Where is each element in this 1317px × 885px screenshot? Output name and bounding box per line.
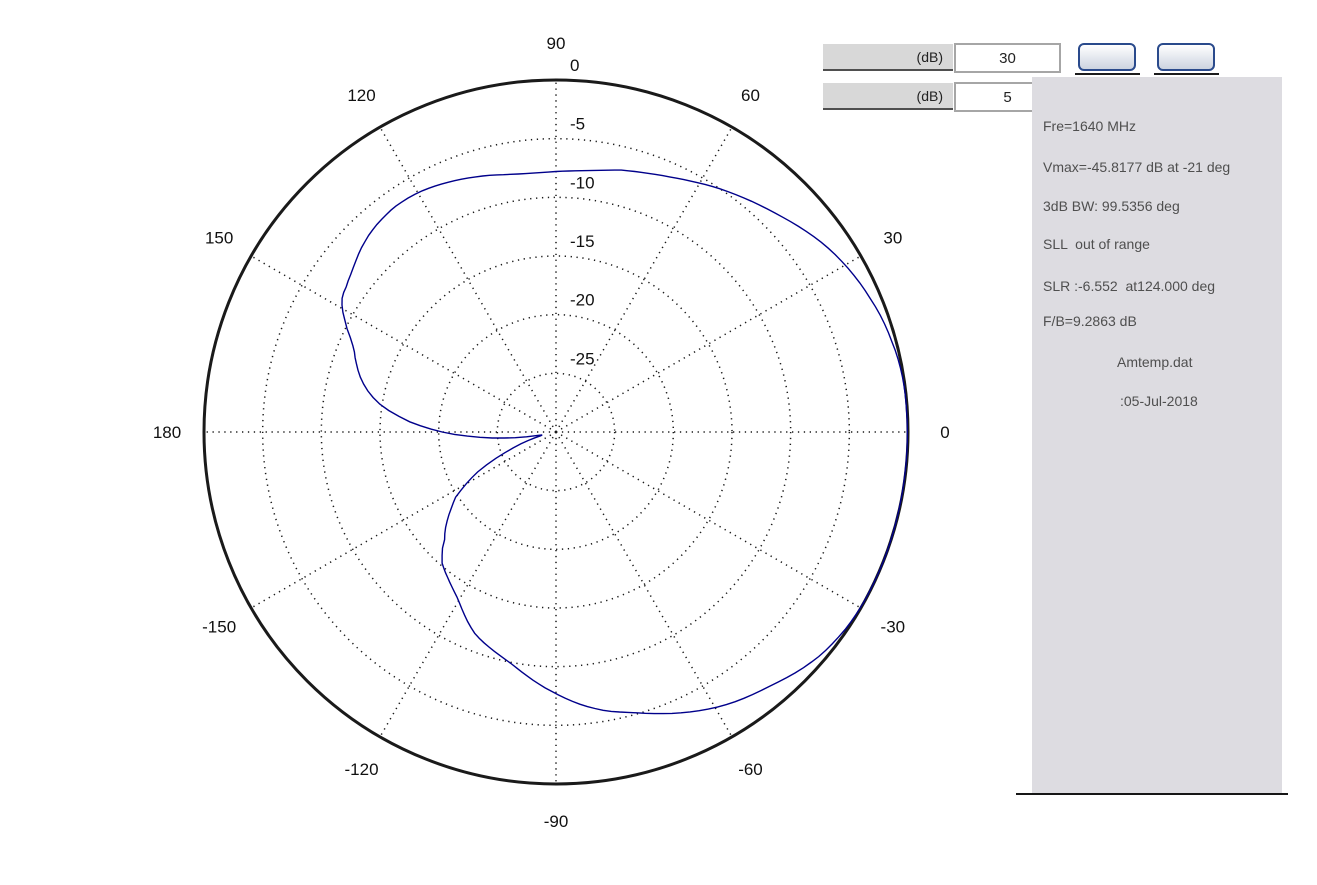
panel-bottom-rule	[1016, 793, 1288, 795]
results-panel: Fre=1640 MHz Vmax=-45.8177 dB at -21 deg…	[1032, 77, 1282, 793]
stat-slr: SLR :-6.552 at124.000 deg	[1043, 278, 1215, 294]
scale-db-label-1: (dB)	[823, 44, 953, 71]
date-label: :05-Jul-2018	[1120, 393, 1198, 409]
angle-label: -30	[881, 617, 906, 636]
scale-db-input-1[interactable]	[954, 43, 1061, 73]
toolbar-button-2[interactable]	[1157, 43, 1215, 71]
stat-fb-ratio: F/B=9.2863 dB	[1043, 313, 1137, 329]
toolbar-button-1[interactable]	[1078, 43, 1136, 71]
radial-label: -20	[570, 291, 595, 310]
stat-3db-bw: 3dB BW: 99.5356 deg	[1043, 198, 1180, 214]
button-underline-1	[1075, 73, 1140, 75]
angle-label: 60	[741, 86, 760, 105]
data-file-name: Amtemp.dat	[1117, 354, 1192, 370]
stat-vmax: Vmax=-45.8177 dB at -21 deg	[1043, 159, 1230, 175]
angle-label: -120	[345, 760, 379, 779]
radial-label: 0	[570, 56, 579, 75]
stat-sll: SLL out of range	[1043, 236, 1150, 252]
polar-grid	[204, 80, 908, 784]
angle-label: 30	[883, 229, 902, 248]
app-window: 0 30 60 90 120 150 180 -150 -120 -90 -60 -30 0 -5 -10 -…	[0, 0, 1317, 885]
polar-chart: 0 30 60 90 120 150 180 -150 -120 -90 -60 -30 0 -5 -10 -…	[0, 0, 1010, 885]
angle-label: 0	[940, 423, 949, 442]
angle-label: 120	[347, 86, 375, 105]
angle-label: 90	[547, 34, 566, 53]
angle-label: -150	[202, 617, 236, 636]
radial-label: -15	[570, 232, 595, 251]
stat-frequency: Fre=1640 MHz	[1043, 118, 1136, 134]
radial-label: -10	[570, 173, 595, 192]
angle-label: -60	[738, 760, 763, 779]
angle-label: 150	[205, 229, 233, 248]
button-underline-2	[1154, 73, 1219, 75]
radial-label: -25	[570, 349, 595, 368]
radial-label: -5	[570, 115, 585, 134]
angle-label: -90	[544, 812, 569, 831]
scale-db-label-2: (dB)	[823, 83, 953, 110]
radiation-pattern-curve	[342, 170, 907, 714]
angle-label: 180	[153, 423, 181, 442]
